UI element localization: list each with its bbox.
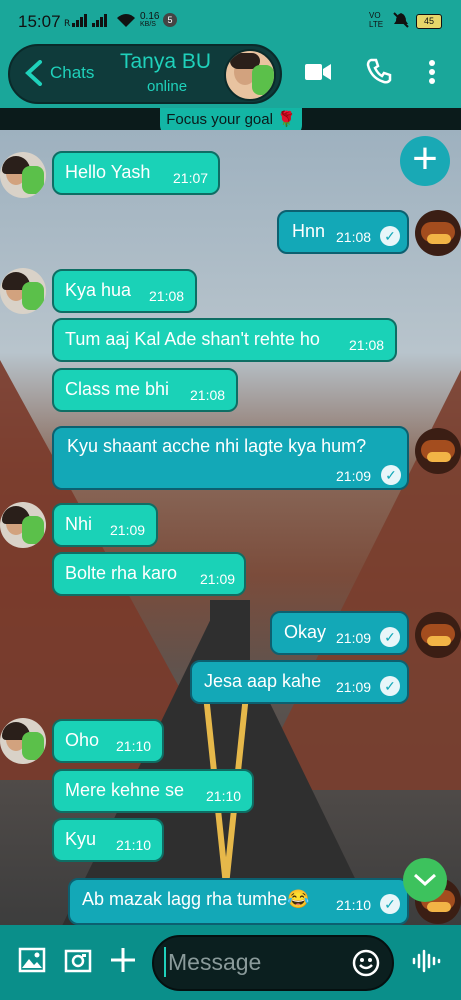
message-outgoing[interactable]: Hnn 21:08 ✓ — [277, 210, 409, 254]
message-time: 21:10 — [116, 837, 152, 853]
scroll-down-button[interactable] — [403, 858, 447, 902]
user-avatar-small[interactable] — [415, 210, 461, 256]
message-text: Ab mazak lagg rha tumhe😂 — [82, 889, 310, 909]
message-incoming[interactable]: Tum aaj Kal Ade shan't rehte ho 21:08 — [52, 318, 397, 362]
message-text: Class me bhi — [65, 379, 170, 399]
message-text: Hello Yash — [65, 162, 151, 182]
svg-text:R: R — [64, 19, 70, 28]
read-check-icon: ✓ — [380, 627, 400, 647]
message-time: 21:07 — [173, 170, 209, 186]
scroll-down-icon — [413, 873, 437, 887]
signal-icon: R — [64, 14, 87, 28]
read-check-icon: ✓ — [380, 676, 400, 696]
message-text: Kya hua — [65, 280, 132, 300]
user-avatar-small[interactable] — [415, 428, 461, 474]
message-text: Nhi — [65, 514, 93, 534]
message-input[interactable]: Message — [152, 935, 394, 991]
message-time: 21:10 — [206, 788, 242, 804]
read-check-icon: ✓ — [381, 465, 401, 485]
status-time: 15:07 — [18, 12, 61, 31]
message-incoming[interactable]: Hello Yash 21:07 — [52, 151, 220, 195]
message-incoming[interactable]: Kyu 21:10 — [52, 818, 164, 862]
message-time: 21:08 — [349, 337, 385, 353]
phone-icon[interactable] — [366, 58, 392, 84]
contact-avatar-small[interactable] — [0, 152, 46, 198]
message-time: 21:10 — [336, 897, 372, 913]
chat-header: Chats Tanya BU online — [0, 38, 461, 108]
camera-icon[interactable] — [64, 947, 92, 973]
read-check-icon: ✓ — [380, 226, 400, 246]
message-text: Hnn — [292, 221, 326, 241]
message-time: 21:08 — [336, 229, 372, 245]
message-incoming[interactable]: Mere kehne se 21:10 — [52, 769, 254, 813]
message-text: Kyu — [65, 829, 97, 849]
message-time: 21:09 — [336, 468, 372, 484]
message-text: Tum aaj Kal Ade shan't rehte ho — [65, 329, 320, 349]
network-speed-unit: KB/S — [140, 21, 156, 28]
contact-avatar[interactable] — [224, 49, 276, 101]
plus-icon[interactable] — [110, 947, 136, 973]
contact-avatar-small[interactable] — [0, 718, 46, 764]
message-time: 21:09 — [336, 679, 372, 695]
message-time: 21:10 — [116, 738, 152, 754]
message-time: 21:08 — [149, 288, 185, 304]
voice-icon[interactable] — [412, 949, 442, 973]
message-time: 21:09 — [200, 571, 236, 587]
contact-avatar-small[interactable] — [0, 268, 46, 314]
message-outgoing[interactable]: Okay 21:09 ✓ — [270, 611, 409, 655]
gallery-icon[interactable] — [18, 947, 46, 973]
mute-icon — [393, 12, 409, 28]
message-time: 21:09 — [110, 522, 146, 538]
message-time: 21:09 — [336, 630, 372, 646]
read-check-icon: ✓ — [380, 894, 400, 914]
contact-status: online — [147, 78, 188, 95]
user-avatar-small[interactable] — [415, 612, 461, 658]
composer-bar: Message — [0, 925, 461, 1000]
volte-label: VO LTE — [369, 11, 384, 29]
message-text: Jesa aap kahe — [204, 671, 322, 691]
contact-pill[interactable]: Chats Tanya BU online — [8, 44, 282, 104]
message-text: Kyu shaant acche nhi lagte kya hum? — [67, 436, 367, 456]
status-bar: 15:07 R 0.16 KB/S 5 VO LTE 45 — [0, 0, 461, 38]
message-outgoing[interactable]: Jesa aap kahe 21:09 ✓ — [190, 660, 409, 704]
message-text: Okay — [284, 622, 327, 642]
message-incoming[interactable]: Kya hua 21:08 — [52, 269, 197, 313]
back-label[interactable]: Chats — [50, 63, 94, 83]
text-cursor — [164, 947, 166, 977]
message-time: 21:08 — [190, 387, 226, 403]
contact-avatar-small[interactable] — [0, 502, 46, 548]
contact-name[interactable]: Tanya BU — [120, 50, 211, 74]
add-icon[interactable]: + — [400, 136, 450, 186]
message-placeholder: Message — [168, 949, 262, 975]
message-incoming[interactable]: Bolte rha karo 21:09 — [52, 552, 246, 596]
wifi-icon — [117, 14, 135, 27]
message-text: Oho — [65, 730, 100, 750]
goal-banner-bar: Focus your goal 🌹 — [0, 108, 461, 137]
video-call-icon[interactable] — [305, 62, 331, 82]
message-text: Mere kehne se — [65, 780, 185, 800]
message-outgoing[interactable]: Ab mazak lagg rha tumhe😂 21:10 ✓ — [68, 878, 409, 925]
more-icon[interactable] — [428, 59, 436, 85]
message-outgoing[interactable]: Kyu shaant acche nhi lagte kya hum? 21:0… — [52, 426, 409, 490]
emoji-icon[interactable] — [352, 949, 380, 977]
message-incoming[interactable]: Oho 21:10 — [52, 719, 164, 763]
message-incoming[interactable]: Nhi 21:09 — [52, 503, 158, 547]
message-text: Bolte rha karo — [65, 563, 178, 583]
message-incoming[interactable]: Class me bhi 21:08 — [52, 368, 238, 412]
battery-indicator: 45 — [416, 14, 442, 29]
back-icon[interactable] — [24, 60, 46, 86]
notification-badge: 5 — [163, 13, 177, 27]
signal2-icon — [92, 14, 107, 27]
